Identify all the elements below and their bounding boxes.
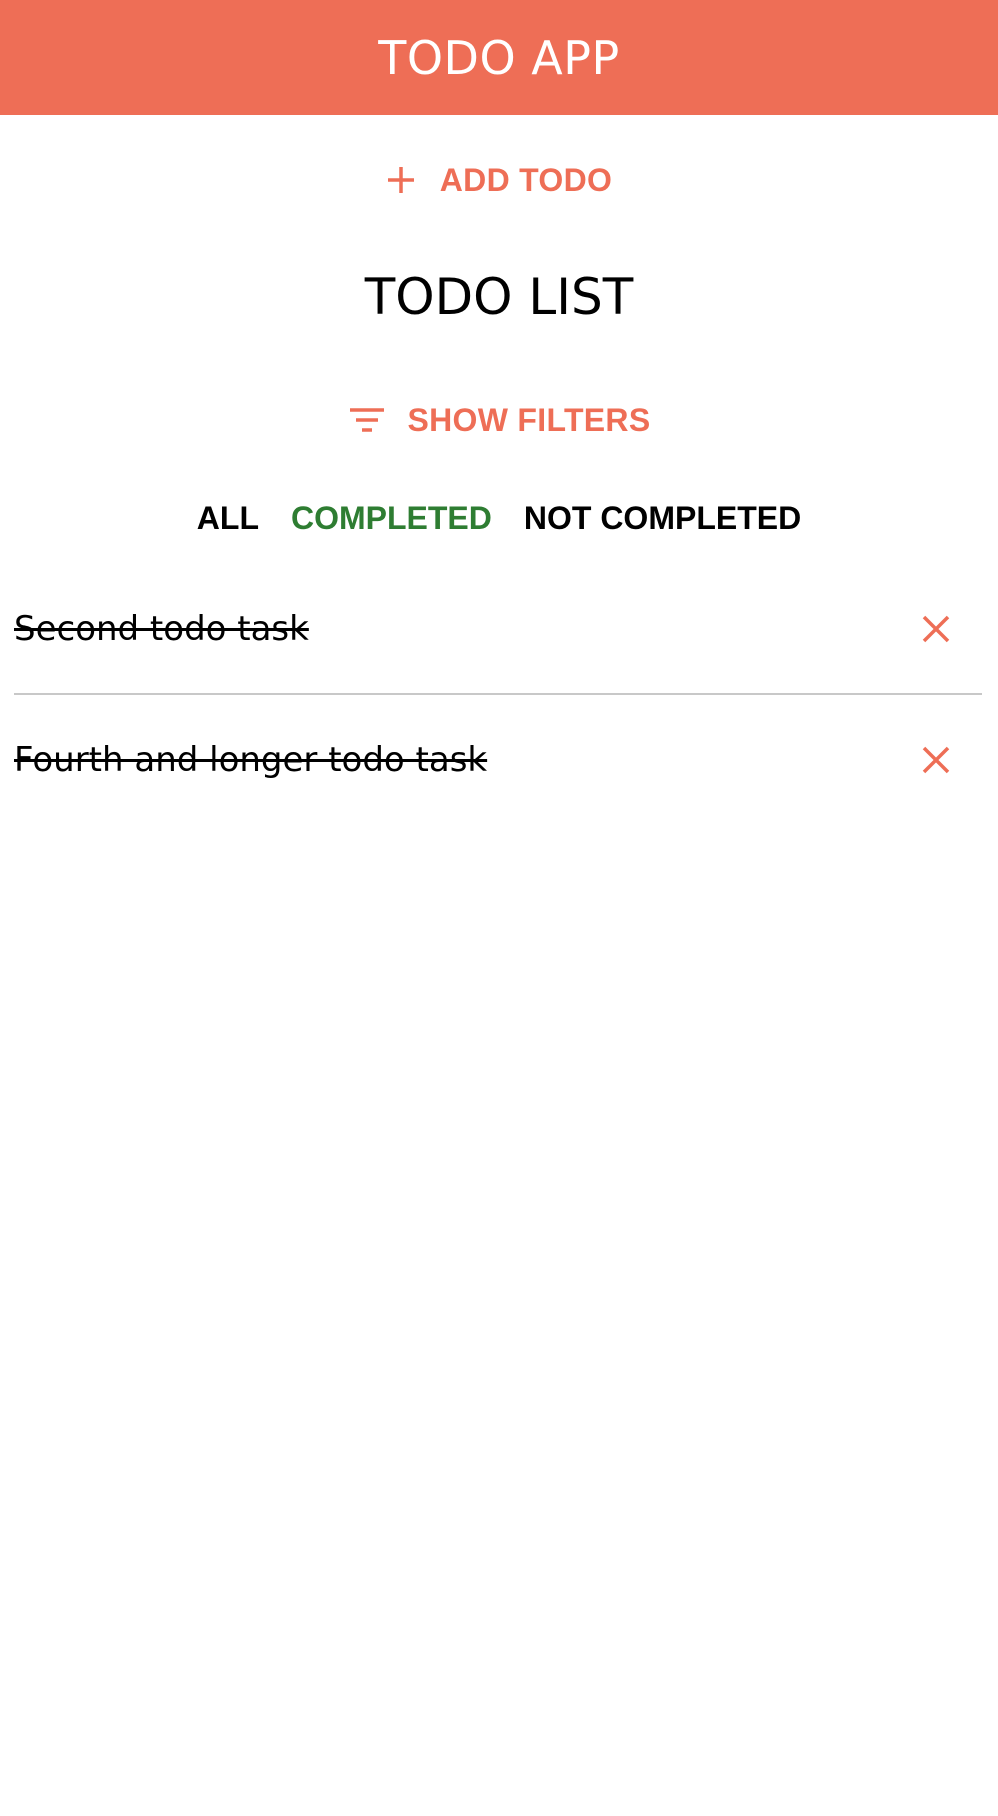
filter-completed[interactable]: COMPLETED xyxy=(291,500,492,537)
filter-bar: ALL COMPLETED NOT COMPLETED xyxy=(0,490,998,546)
todo-text[interactable]: Second todo task xyxy=(14,609,309,649)
show-filters-button[interactable]: SHOW FILTERS xyxy=(0,390,998,450)
add-todo-label: ADD TODO xyxy=(439,161,613,198)
todo-item: Second todo task xyxy=(14,565,982,695)
delete-todo-button[interactable] xyxy=(908,601,964,657)
show-filters-label: SHOW FILTERS xyxy=(407,401,651,438)
add-todo-button[interactable]: ADD TODO xyxy=(0,150,998,210)
delete-todo-button[interactable] xyxy=(908,732,964,788)
filter-all[interactable]: ALL xyxy=(197,500,259,537)
filter-not-completed[interactable]: NOT COMPLETED xyxy=(524,500,801,537)
close-icon xyxy=(922,615,950,643)
list-title: TODO LIST xyxy=(364,268,634,326)
filter-icon xyxy=(348,405,386,435)
todo-item: Fourth and longer todo task xyxy=(14,695,982,825)
close-icon xyxy=(922,746,950,774)
todo-list: Second todo task Fourth and longer todo … xyxy=(14,565,982,825)
app-header: TODO APP xyxy=(0,0,998,115)
app-title: TODO APP xyxy=(378,30,620,85)
todo-text[interactable]: Fourth and longer todo task xyxy=(14,740,487,780)
plus-icon xyxy=(386,165,416,195)
